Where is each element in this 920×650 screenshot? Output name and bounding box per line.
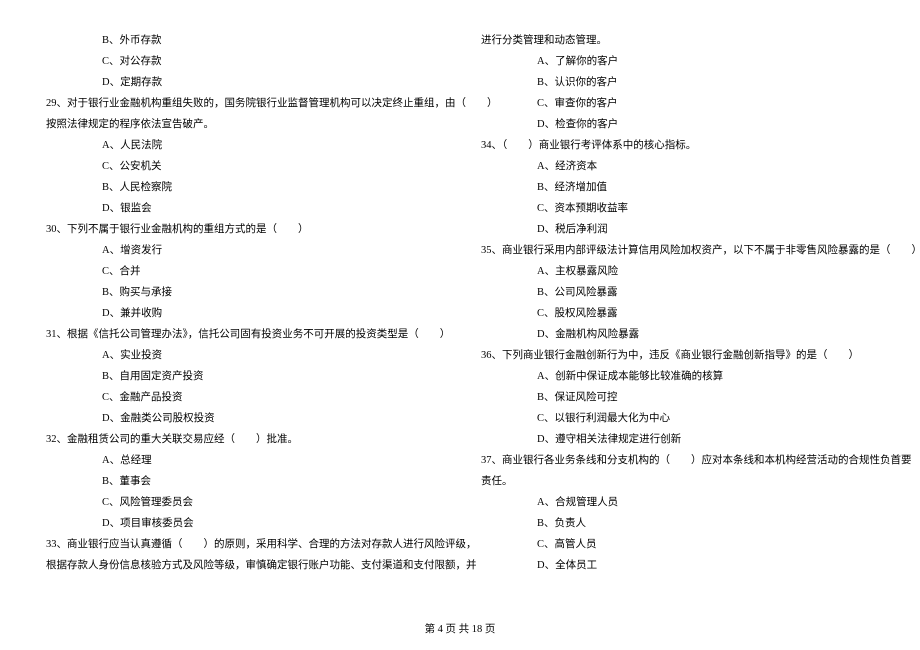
option: A、实业投资 — [40, 345, 445, 366]
question-31: 31、根据《信托公司管理办法》，信托公司固有投资业务不可开展的投资类型是（ ） — [40, 324, 445, 345]
question-36: 36、下列商业银行金融创新行为中，违反《商业银行金融创新指导》的是（ ） — [475, 345, 880, 366]
option: D、全体员工 — [475, 555, 880, 576]
option: C、公安机关 — [40, 156, 445, 177]
option: A、主权暴露风险 — [475, 261, 880, 282]
question-33-cont: 根据存款人身份信息核验方式及风险等级，审慎确定银行账户功能、支付渠道和支付限额，… — [40, 555, 445, 576]
option: D、税后净利润 — [475, 219, 880, 240]
question-33: 33、商业银行应当认真遵循（ ）的原则，采用科学、合理的方法对存款人进行风险评级… — [40, 534, 445, 555]
right-column: 进行分类管理和动态管理。 A、了解你的客户 B、认识你的客户 C、审查你的客户 … — [460, 30, 880, 650]
option: C、股权风险暴露 — [475, 303, 880, 324]
option: C、金融产品投资 — [40, 387, 445, 408]
option: B、人民检察院 — [40, 177, 445, 198]
option: B、认识你的客户 — [475, 72, 880, 93]
option: D、金融类公司股权投资 — [40, 408, 445, 429]
option: B、公司风险暴露 — [475, 282, 880, 303]
option: D、项目审核委员会 — [40, 513, 445, 534]
option: A、增资发行 — [40, 240, 445, 261]
question-37: 37、商业银行各业务条线和分支机构的（ ）应对本条线和本机构经营活动的合规性负首… — [475, 450, 880, 471]
option: B、经济增加值 — [475, 177, 880, 198]
option: C、资本预期收益率 — [475, 198, 880, 219]
option: D、定期存款 — [40, 72, 445, 93]
page-footer: 第 4 页 共 18 页 — [0, 621, 920, 636]
option: A、创新中保证成本能够比较准确的核算 — [475, 366, 880, 387]
option: A、经济资本 — [475, 156, 880, 177]
option: C、合并 — [40, 261, 445, 282]
question-37-cont: 责任。 — [475, 471, 880, 492]
option: C、风险管理委员会 — [40, 492, 445, 513]
option: B、自用固定资产投资 — [40, 366, 445, 387]
option: B、保证风险可控 — [475, 387, 880, 408]
option: C、高管人员 — [475, 534, 880, 555]
option: B、负责人 — [475, 513, 880, 534]
left-column: B、外币存款 C、对公存款 D、定期存款 29、对于银行业金融机构重组失败的，国… — [40, 30, 460, 650]
option: C、以银行利润最大化为中心 — [475, 408, 880, 429]
option: A、人民法院 — [40, 135, 445, 156]
question-33-cont2: 进行分类管理和动态管理。 — [475, 30, 880, 51]
exam-page: B、外币存款 C、对公存款 D、定期存款 29、对于银行业金融机构重组失败的，国… — [0, 0, 920, 650]
option: D、银监会 — [40, 198, 445, 219]
option: C、对公存款 — [40, 51, 445, 72]
option: B、外币存款 — [40, 30, 445, 51]
option: A、合规管理人员 — [475, 492, 880, 513]
option: C、审查你的客户 — [475, 93, 880, 114]
option: A、总经理 — [40, 450, 445, 471]
option: B、购买与承接 — [40, 282, 445, 303]
option: A、了解你的客户 — [475, 51, 880, 72]
option: D、遵守相关法律规定进行创新 — [475, 429, 880, 450]
question-34: 34、（ ）商业银行考评体系中的核心指标。 — [475, 135, 880, 156]
question-35: 35、商业银行采用内部评级法计算信用风险加权资产，以下不属于非零售风险暴露的是（… — [475, 240, 880, 261]
option: B、董事会 — [40, 471, 445, 492]
option: D、检查你的客户 — [475, 114, 880, 135]
question-32: 32、金融租赁公司的重大关联交易应经（ ）批准。 — [40, 429, 445, 450]
question-30: 30、下列不属于银行业金融机构的重组方式的是（ ） — [40, 219, 445, 240]
option: D、兼并收购 — [40, 303, 445, 324]
option: D、金融机构风险暴露 — [475, 324, 880, 345]
question-29-cont: 按照法律规定的程序依法宣告破产。 — [40, 114, 445, 135]
question-29: 29、对于银行业金融机构重组失败的，国务院银行业监督管理机构可以决定终止重组，由… — [40, 93, 445, 114]
